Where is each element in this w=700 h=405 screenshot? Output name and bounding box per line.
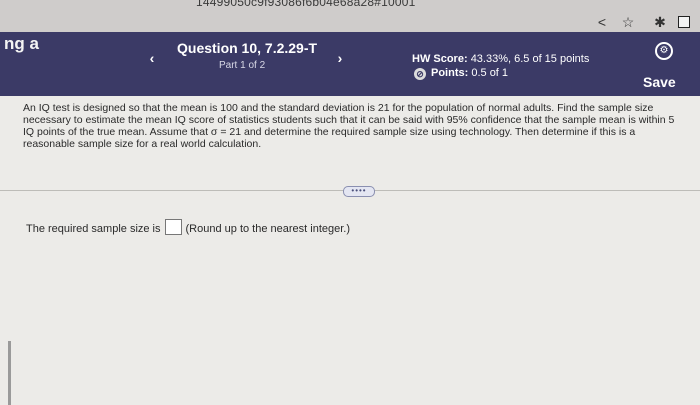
partial-credit-icon: ⊘ xyxy=(414,68,426,80)
hw-score-value: 43.33%, 6.5 of 15 points xyxy=(470,53,590,65)
puzzle-icon[interactable]: ✱ xyxy=(652,12,668,32)
previous-question-icon[interactable]: ‹ xyxy=(142,48,162,68)
part-label: Part 1 of 2 xyxy=(219,60,266,71)
star-icon[interactable]: ☆ xyxy=(620,12,636,32)
browser-toolbar: < ☆ ✱ xyxy=(0,12,700,32)
hw-score: HW Score: 43.33%, 6.5 of 15 points xyxy=(412,53,589,65)
gear-icon[interactable]: ⚙ xyxy=(655,42,673,60)
window-icon[interactable] xyxy=(678,16,690,28)
next-question-icon[interactable]: › xyxy=(330,48,350,68)
question-content: An IQ test is designed so that the mean … xyxy=(0,96,700,405)
scroll-indicator xyxy=(8,341,11,405)
expand-more-button[interactable]: •••• xyxy=(343,186,375,197)
question-header: ng a ‹ Question 10, 7.2.29-T Part 1 of 2… xyxy=(0,32,700,96)
points-label: Points: xyxy=(431,67,469,79)
url-bar[interactable]: 14499050c9f93086f6b04e68a28#10001 xyxy=(0,0,700,12)
answer-prefix: The required sample size is xyxy=(26,223,161,235)
points-value: 0.5 of 1 xyxy=(471,67,509,79)
points: ⊘ Points: 0.5 of 1 xyxy=(414,67,508,80)
save-button[interactable]: Save xyxy=(643,74,676,90)
answer-hint: (Round up to the nearest integer.) xyxy=(185,223,351,235)
hw-score-label: HW Score: xyxy=(412,53,468,65)
sample-size-input[interactable] xyxy=(164,219,182,235)
sidebar-text: ng a xyxy=(4,34,39,53)
share-icon[interactable]: < xyxy=(594,12,610,32)
answer-row: The required sample size is (Round up to … xyxy=(26,219,350,235)
question-title: Question 10, 7.2.29-T xyxy=(177,40,318,56)
problem-statement: An IQ test is designed so that the mean … xyxy=(23,102,675,150)
url-text: 14499050c9f93086f6b04e68a28#10001 xyxy=(196,0,416,9)
